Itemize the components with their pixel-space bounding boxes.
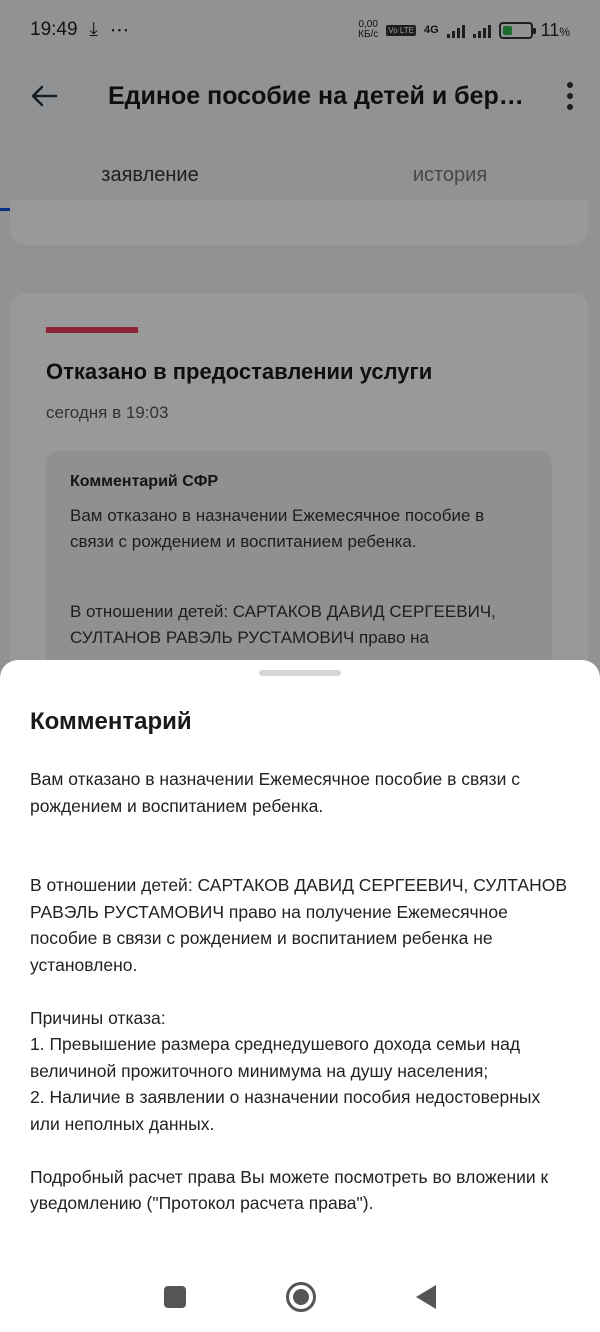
comment-paragraph: В отношении детей: САРТАКОВ ДАВИД СЕРГЕЕ… — [30, 875, 568, 975]
drag-handle[interactable] — [259, 670, 341, 676]
sheet-body: Вам отказано в назначении Ежемесячное по… — [30, 766, 570, 1217]
comment-paragraph: Вам отказано в назначении Ежемесячное по… — [30, 769, 520, 816]
reasons-header: Причины отказа: — [30, 1007, 166, 1028]
recents-button[interactable] — [164, 1286, 186, 1308]
back-nav-button[interactable] — [416, 1285, 436, 1309]
reason-item: 2. Наличие в заявлении о назначении посо… — [30, 1087, 541, 1134]
comment-paragraph: Подробный расчет права Вы можете посмотр… — [30, 1166, 549, 1214]
sheet-title: Комментарий — [30, 708, 192, 735]
comment-bottom-sheet: Комментарий Вам отказано в назначении Еж… — [0, 660, 600, 1332]
home-button[interactable] — [286, 1282, 316, 1312]
system-navigation-bar — [0, 1262, 600, 1332]
reason-item: 1. Превышение размера среднедушевого дох… — [30, 1034, 521, 1081]
